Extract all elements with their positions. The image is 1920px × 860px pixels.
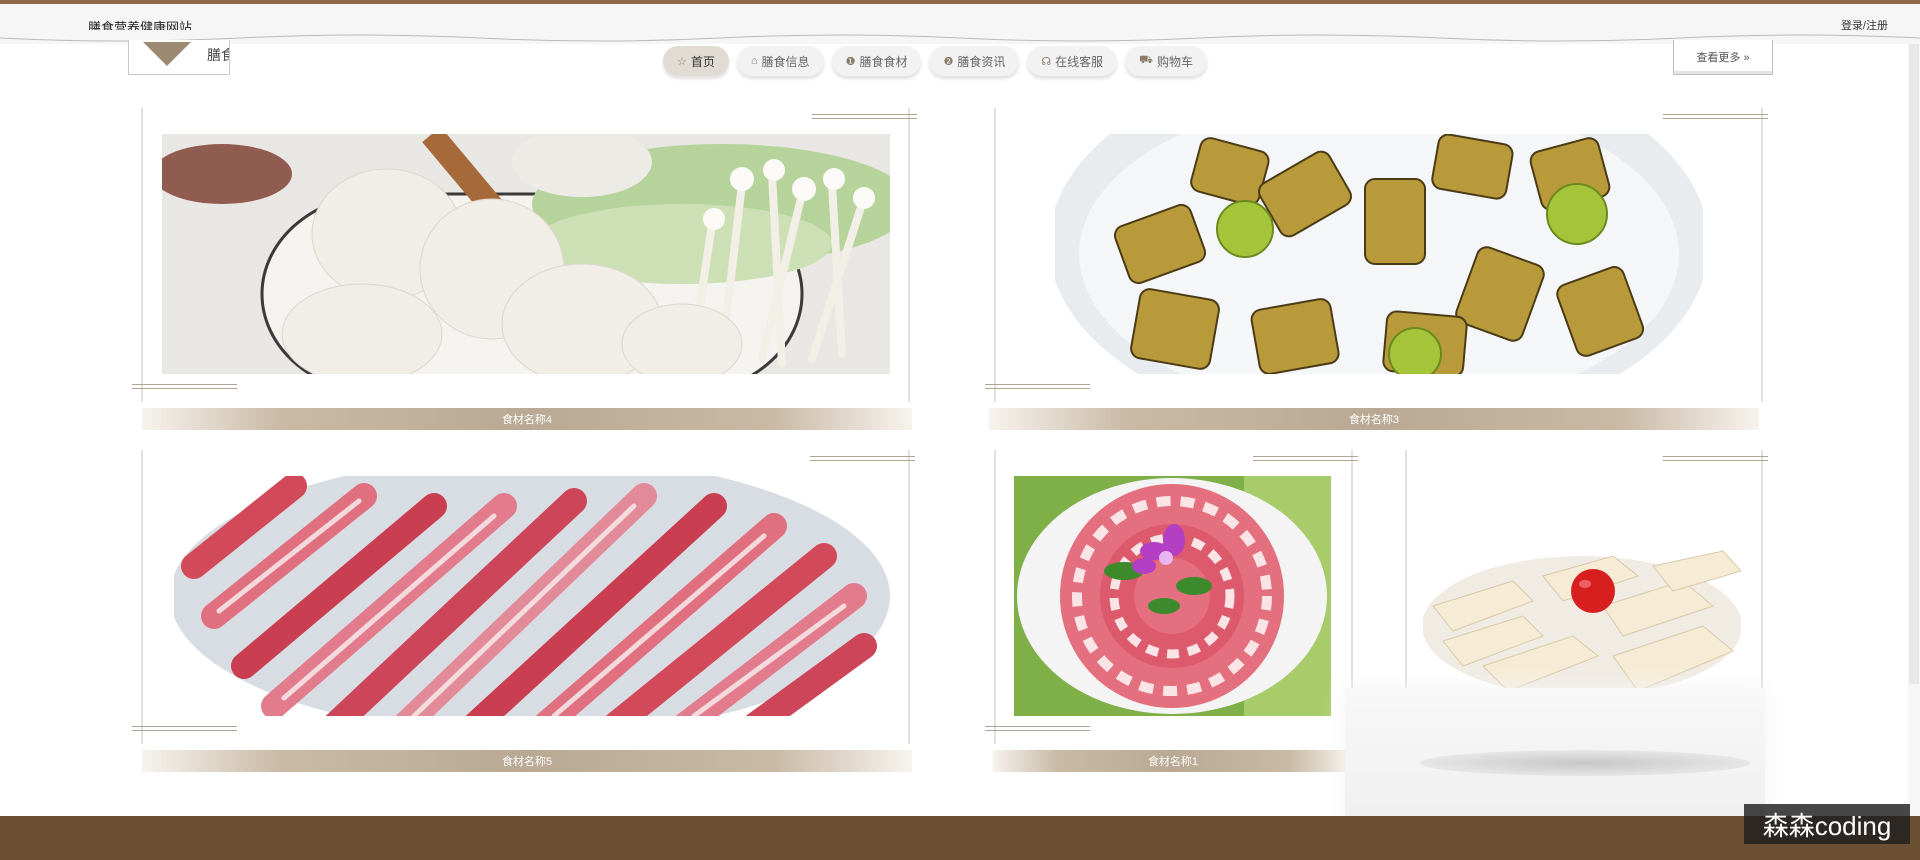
scrollbar-thumb[interactable]: [1909, 44, 1919, 684]
video-watermark: 森森coding: [1744, 804, 1910, 844]
info-icon: ❶: [845, 55, 856, 68]
nav-item-news[interactable]: ❷ 膳食资讯: [929, 46, 1020, 76]
tofu-slices-image: [1423, 546, 1741, 696]
ingredient-image[interactable]: [162, 134, 890, 374]
nav-item-cart[interactable]: ⛟ 购物车: [1125, 46, 1207, 76]
nav-item-label: 首页: [690, 54, 715, 69]
nav-item-support[interactable]: ☊ 在线客服: [1027, 46, 1118, 76]
ingredient-image[interactable]: [174, 476, 902, 716]
card-corner-decoration: [1663, 456, 1768, 461]
nav-item-home[interactable]: ☆ 首页: [663, 46, 729, 76]
card-frame: [141, 108, 143, 402]
nav-item-ingredients[interactable]: ❶ 膳食食材: [831, 46, 922, 76]
loading-fade-shadow: [1420, 750, 1750, 776]
ingredient-image[interactable]: [1423, 546, 1741, 696]
card-corner-decoration: [1253, 456, 1358, 461]
card-frame: [1761, 450, 1763, 688]
ingredient-image[interactable]: [1055, 134, 1703, 374]
eel-on-ice-image: [1055, 134, 1703, 374]
logo[interactable]: 膳食: [128, 40, 230, 75]
card-frame: [994, 108, 996, 402]
ingredient-caption[interactable]: 食材名称4: [142, 408, 912, 430]
ingredient-caption[interactable]: 食材名称1: [993, 750, 1353, 772]
card-corner-decoration: [985, 726, 1090, 731]
card-corner-decoration: [985, 384, 1090, 389]
card-corner-decoration: [810, 456, 915, 461]
cart-icon: ⛟: [1139, 54, 1153, 66]
ingredient-caption[interactable]: 食材名称3: [989, 408, 1759, 430]
sliced-pork-image: [174, 476, 902, 716]
fishballs-mushrooms-image: [162, 134, 890, 374]
headset-icon: ☊: [1041, 55, 1052, 68]
nav-item-label: 膳食资讯: [957, 54, 1006, 69]
card-frame: [1405, 450, 1407, 688]
ingredient-image[interactable]: [1014, 476, 1331, 716]
ingredient-caption[interactable]: 食材名称5: [142, 750, 912, 772]
view-more-button[interactable]: 查看更多 »: [1673, 40, 1773, 75]
ingredient-card[interactable]: 食材名称1: [983, 450, 1358, 776]
nav-item-label: 膳食食材: [859, 54, 908, 69]
card-frame: [141, 450, 143, 744]
logo-emblem-icon: [143, 42, 191, 66]
card-corner-decoration: [132, 384, 237, 389]
star-icon: ☆: [677, 55, 687, 68]
ingredient-card[interactable]: 食材名称5: [130, 450, 915, 776]
ingredient-card[interactable]: 食材名称4: [130, 108, 917, 434]
main-nav: ☆ 首页 ⌂ 膳食信息 ❶ 膳食食材 ❷ 膳食资讯 ☊ 在线客服 ⛟ 购物车: [663, 46, 1207, 78]
nav-item-label: 膳食信息: [761, 54, 810, 69]
home-icon: ⌂: [750, 55, 758, 67]
card-frame: [908, 450, 910, 744]
nav-item-label: 购物车: [1156, 54, 1193, 69]
ingredient-card[interactable]: 食材名称3: [983, 108, 1768, 434]
card-frame: [994, 450, 996, 744]
logo-text: 膳食: [207, 47, 229, 63]
card-corner-decoration: [812, 114, 917, 119]
nav-item-label: 在线客服: [1055, 54, 1104, 69]
question-icon: ❷: [943, 55, 954, 68]
card-corner-decoration: [132, 726, 237, 731]
footer: [0, 816, 1920, 860]
card-frame: [908, 108, 910, 402]
card-frame: [1351, 450, 1353, 688]
nav-item-diet-info[interactable]: ⌂ 膳食信息: [736, 46, 824, 76]
card-corner-decoration: [1663, 114, 1768, 119]
lamb-rolls-image: [1014, 476, 1331, 716]
card-frame: [1761, 108, 1763, 402]
